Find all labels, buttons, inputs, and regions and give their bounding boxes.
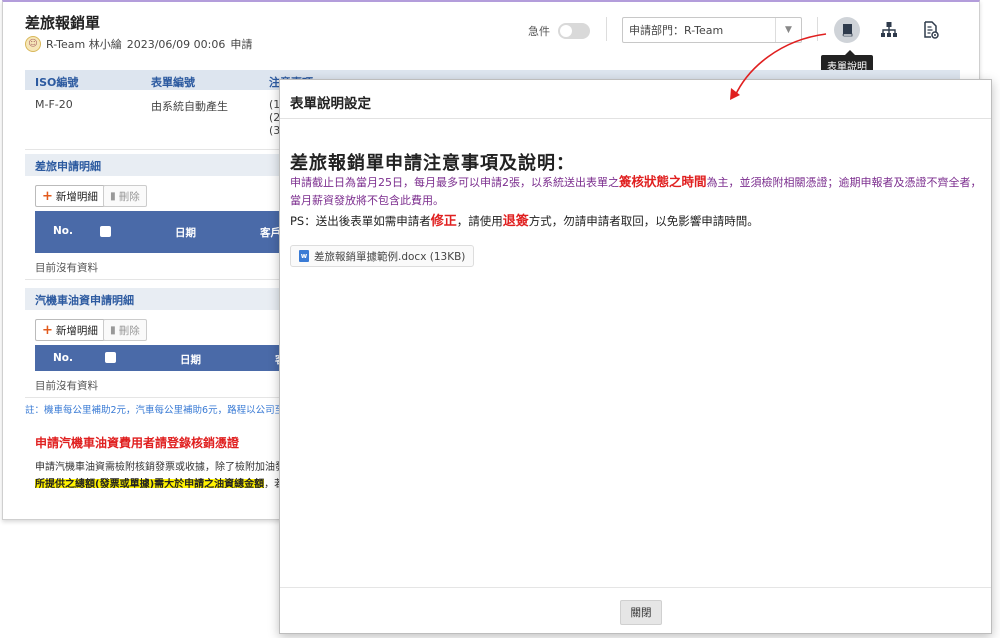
col-no: No.	[53, 352, 73, 364]
form-status: 申請	[230, 38, 253, 51]
applicant-name: R-Team 林小綸	[46, 38, 122, 51]
delete-travel-detail-label: 刪除	[118, 190, 140, 203]
plus-icon: +	[42, 188, 53, 204]
org-chart-icon[interactable]	[879, 20, 899, 40]
attachment-link[interactable]: w 差旅報銷單據範例.docx (13KB)	[290, 245, 475, 267]
add-travel-detail-button[interactable]: + 新增明細	[35, 185, 105, 207]
dialog-footer-divider	[280, 587, 991, 588]
fuel-notice-highlight: 所提供之總額(發票或單據)需大於申請之油資總金額	[35, 479, 265, 488]
toolbar-divider	[817, 17, 818, 41]
department-select-value: 申請部門：R-Team	[629, 24, 724, 37]
select-all-checkbox[interactable]	[100, 226, 111, 237]
col-no: No.	[53, 225, 73, 237]
chevron-down-icon: ▼	[775, 18, 801, 42]
fuel-notice-line1: 申請汽機車油資需檢附核銷發票或收據，除了檢附加油發票	[35, 462, 295, 473]
avatar: ☺	[25, 36, 41, 52]
header-form-no: 表單編號	[151, 76, 195, 89]
book-icon	[842, 24, 853, 37]
urgent-toggle[interactable]	[558, 23, 590, 39]
ps-notice-a: PS：送出後表單如需申請者	[290, 214, 431, 228]
apply-datetime: 2023/06/09 00:06	[126, 37, 226, 51]
urgent-label: 急件	[528, 25, 550, 38]
col-date: 日期	[175, 227, 196, 239]
delete-fuel-detail-button[interactable]: ▮ 刪除	[103, 319, 147, 341]
toolbar-divider	[606, 17, 607, 41]
form-number: 由系統自動產生	[151, 100, 228, 113]
mileage-note: 註：機車每公里補助2元，汽車每公里補助6元，路程以公司至	[25, 405, 285, 416]
select-all-checkbox[interactable]	[105, 352, 116, 363]
col-customer: 客戶	[260, 227, 281, 239]
document-settings-icon[interactable]	[921, 20, 941, 40]
add-fuel-detail-label: 新增明細	[55, 324, 98, 337]
iso-number: M-F-20	[35, 98, 73, 111]
ps-notice-b: ，請使用	[456, 214, 503, 228]
deadline-notice-a: 申請截止日為當月25日，每月最多可以申請2張，以系統送出表單之	[290, 176, 619, 189]
add-fuel-detail-button[interactable]: + 新增明細	[35, 319, 105, 341]
dialog-heading: 差旅報銷單申請注意事項及說明：	[290, 153, 575, 174]
plus-icon: +	[42, 322, 53, 338]
trash-icon: ▮	[110, 190, 116, 202]
word-doc-icon: w	[299, 250, 309, 262]
deadline-notice: 申請截止日為當月25日，每月最多可以申請2張，以系統送出表單之簽核狀態之時間為主…	[290, 173, 985, 210]
trash-icon: ▮	[110, 324, 116, 336]
dialog-title: 表單說明設定	[290, 96, 371, 112]
col-date: 日期	[180, 354, 201, 366]
ps-notice-c: 方式，勿請申請者取回，以免影響申請時間。	[528, 214, 759, 228]
delete-fuel-detail-label: 刪除	[118, 324, 140, 337]
ps-emphasis-return: 退簽	[502, 214, 529, 229]
ps-notice: PS：送出後表單如需申請者修正，請使用退簽方式，勿請申請者取回，以免影響申請時間…	[290, 210, 759, 229]
fuel-notice-title: 申請汽機車油資費用者請登錄核銷憑證	[35, 436, 240, 450]
form-description-button[interactable]	[834, 17, 860, 43]
ps-emphasis-fix: 修正	[430, 214, 457, 229]
fuel-notice-line2: 所提供之總額(發票或單據)需大於申請之油資總金額，若仍有	[35, 475, 304, 488]
attachment-name: 差旅報銷單據範例.docx (13KB)	[314, 250, 466, 263]
form-title: 差旅報銷單	[25, 14, 101, 32]
close-button[interactable]: 關閉	[620, 600, 662, 625]
deadline-emphasis: 簽核狀態之時間	[619, 174, 707, 189]
form-meta: ☺ R-Team 林小綸 2023/06/09 00:06 申請	[25, 36, 252, 52]
urgent-control: 急件	[528, 23, 590, 39]
add-travel-detail-label: 新增明細	[55, 190, 98, 203]
delete-travel-detail-button[interactable]: ▮ 刪除	[103, 185, 147, 207]
header-iso: ISO編號	[35, 76, 79, 89]
form-description-dialog: 表單說明設定 差旅報銷單申請注意事項及說明： 申請截止日為當月25日，每月最多可…	[279, 79, 992, 634]
department-select[interactable]: 申請部門：R-Team ▼	[622, 17, 802, 43]
dialog-divider	[280, 118, 991, 119]
app-root: 差旅報銷單 ☺ R-Team 林小綸 2023/06/09 00:06 申請 急…	[0, 0, 1000, 638]
